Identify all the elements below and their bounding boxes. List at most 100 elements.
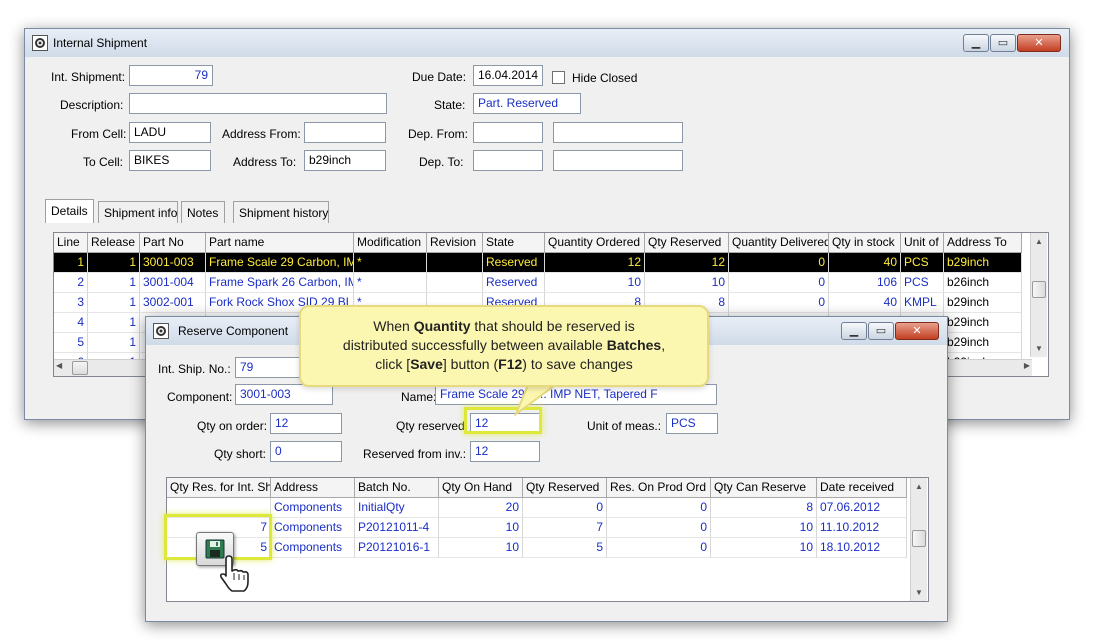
hide-closed-checkbox[interactable]	[552, 71, 565, 84]
table-cell[interactable]: Components	[271, 538, 355, 558]
table-cell[interactable]: 4	[54, 313, 88, 333]
table-cell[interactable]: 0	[523, 498, 607, 518]
scroll-thumb-horizontal[interactable]	[72, 361, 88, 375]
table-cell[interactable]: 3002-001	[140, 293, 206, 313]
address-to-input[interactable]: b29inch	[304, 150, 386, 171]
table-cell[interactable]: 7	[523, 518, 607, 538]
column-header-state[interactable]: State	[483, 233, 545, 253]
table-cell[interactable]	[427, 273, 483, 293]
main-titlebar[interactable]: Internal Shipment ▁ ▭ ✕	[25, 29, 1069, 57]
column-header-address-to[interactable]: Address To	[944, 233, 1022, 253]
scroll-thumb[interactable]	[912, 530, 926, 547]
column-header-unit-of[interactable]: Unit of	[901, 233, 944, 253]
table-cell[interactable]: 10	[645, 273, 729, 293]
column-header-qty-can-reserve[interactable]: Qty Can Reserve	[711, 478, 817, 498]
table-cell[interactable]: 5	[54, 333, 88, 353]
table-cell[interactable]: KMPL	[901, 293, 944, 313]
table-cell[interactable]: 12	[545, 253, 645, 273]
table-cell[interactable]: 10	[439, 538, 523, 558]
scroll-up-icon[interactable]: ▲	[911, 478, 927, 495]
scroll-down-icon[interactable]: ▼	[1031, 340, 1047, 357]
table-cell[interactable]: P20121016-1	[355, 538, 439, 558]
column-header-part-name[interactable]: Part name	[206, 233, 354, 253]
dialog-minimize-button[interactable]: ▁	[841, 322, 867, 340]
table-cell[interactable]: Reserved	[483, 253, 545, 273]
column-header-release[interactable]: Release	[88, 233, 140, 253]
column-header-quantity-ordered[interactable]: Quantity Ordered	[545, 233, 645, 253]
table-cell[interactable]: 12	[645, 253, 729, 273]
table-cell[interactable]: 1	[54, 253, 88, 273]
dialog-close-button[interactable]: ✕	[895, 322, 939, 340]
table-cell[interactable]: 11.10.2012	[817, 518, 907, 538]
table-cell[interactable]: P20121011-4	[355, 518, 439, 538]
table-cell[interactable]: 2	[54, 273, 88, 293]
table-cell[interactable]: 10	[545, 273, 645, 293]
table-cell[interactable]: 5	[523, 538, 607, 558]
table-cell[interactable]: b29inch	[944, 313, 1022, 333]
table-cell[interactable]: 8	[711, 498, 817, 518]
dialog-maximize-button[interactable]: ▭	[868, 322, 894, 340]
tab-shipment-info[interactable]: Shipment info	[98, 201, 178, 223]
table-cell[interactable]: 10	[711, 518, 817, 538]
scroll-thumb[interactable]	[1032, 281, 1046, 298]
table-cell[interactable]: *	[354, 253, 427, 273]
scroll-down-icon[interactable]: ▼	[911, 584, 927, 601]
table-cell[interactable]: PCS	[901, 253, 944, 273]
vertical-scrollbar[interactable]: ▲ ▼	[1030, 233, 1047, 357]
table-cell[interactable]: Components	[271, 518, 355, 538]
table-cell[interactable]: 0	[729, 293, 829, 313]
int-shipment-input[interactable]: 79	[129, 65, 213, 86]
table-cell[interactable]	[427, 253, 483, 273]
column-header-revision[interactable]: Revision	[427, 233, 483, 253]
batch-grid[interactable]: Qty Res. for Int. Sh Address Batch No. Qty …	[166, 477, 929, 602]
scroll-up-icon[interactable]: ▲	[1031, 233, 1047, 250]
dep-to-input[interactable]	[473, 150, 543, 171]
close-button[interactable]: ✕	[1017, 34, 1061, 52]
minimize-button[interactable]: ▁	[963, 34, 989, 52]
table-cell[interactable]: 1	[88, 333, 140, 353]
table-cell[interactable]: InitialQty	[355, 498, 439, 518]
from-cell-input[interactable]: LADU	[129, 122, 211, 143]
column-header-line[interactable]: Line	[54, 233, 88, 253]
table-cell[interactable]: 1	[88, 293, 140, 313]
scroll-right-icon[interactable]: ▶	[1024, 361, 1030, 370]
table-cell[interactable]: 0	[729, 253, 829, 273]
table-cell[interactable]: Reserved	[483, 273, 545, 293]
vertical-scrollbar[interactable]: ▲ ▼	[910, 478, 927, 601]
column-header-modification[interactable]: Modification	[354, 233, 427, 253]
tab-notes[interactable]: Notes	[181, 201, 225, 223]
table-cell[interactable]: *	[354, 273, 427, 293]
column-header-qty-reserved[interactable]: Qty Reserved	[523, 478, 607, 498]
column-header-batch-no[interactable]: Batch No.	[355, 478, 439, 498]
dep-from-name-input[interactable]	[553, 122, 683, 143]
column-header-qty-reserved[interactable]: Qty Reserved	[645, 233, 729, 253]
address-from-input[interactable]	[304, 122, 386, 143]
table-cell[interactable]: 3001-004	[140, 273, 206, 293]
column-header-qty-in-stock[interactable]: Qty in stock	[829, 233, 901, 253]
description-input[interactable]	[129, 93, 387, 114]
table-cell[interactable]: 20	[439, 498, 523, 518]
table-cell[interactable]: PCS	[901, 273, 944, 293]
column-header-part-no[interactable]: Part No	[140, 233, 206, 253]
dep-to-name-input[interactable]	[553, 150, 683, 171]
scroll-left-icon[interactable]: ◀	[56, 361, 62, 370]
to-cell-input[interactable]: BIKES	[129, 150, 211, 171]
table-cell[interactable]: 106	[829, 273, 901, 293]
table-cell[interactable]: 3001-003	[140, 253, 206, 273]
table-cell[interactable]: 0	[729, 273, 829, 293]
table-cell[interactable]: 0	[607, 538, 711, 558]
table-cell[interactable]: 0	[607, 498, 711, 518]
table-cell[interactable]: Frame Spark 26 Carbon, IM	[206, 273, 354, 293]
table-cell[interactable]: 07.06.2012	[817, 498, 907, 518]
column-header-res-on-prod-ord[interactable]: Res. On Prod Ord	[607, 478, 711, 498]
table-cell[interactable]: Frame Scale 29 Carbon, IMI	[206, 253, 354, 273]
table-cell[interactable]: 3	[54, 293, 88, 313]
table-cell[interactable]: b26inch	[944, 273, 1022, 293]
table-cell[interactable]: 1	[88, 273, 140, 293]
table-cell[interactable]: b29inch	[944, 333, 1022, 353]
table-cell[interactable]: 1	[88, 253, 140, 273]
table-cell[interactable]: 0	[607, 518, 711, 538]
table-cell[interactable]: b29inch	[944, 293, 1022, 313]
table-cell[interactable]: 18.10.2012	[817, 538, 907, 558]
table-cell[interactable]: b29inch	[944, 253, 1022, 273]
